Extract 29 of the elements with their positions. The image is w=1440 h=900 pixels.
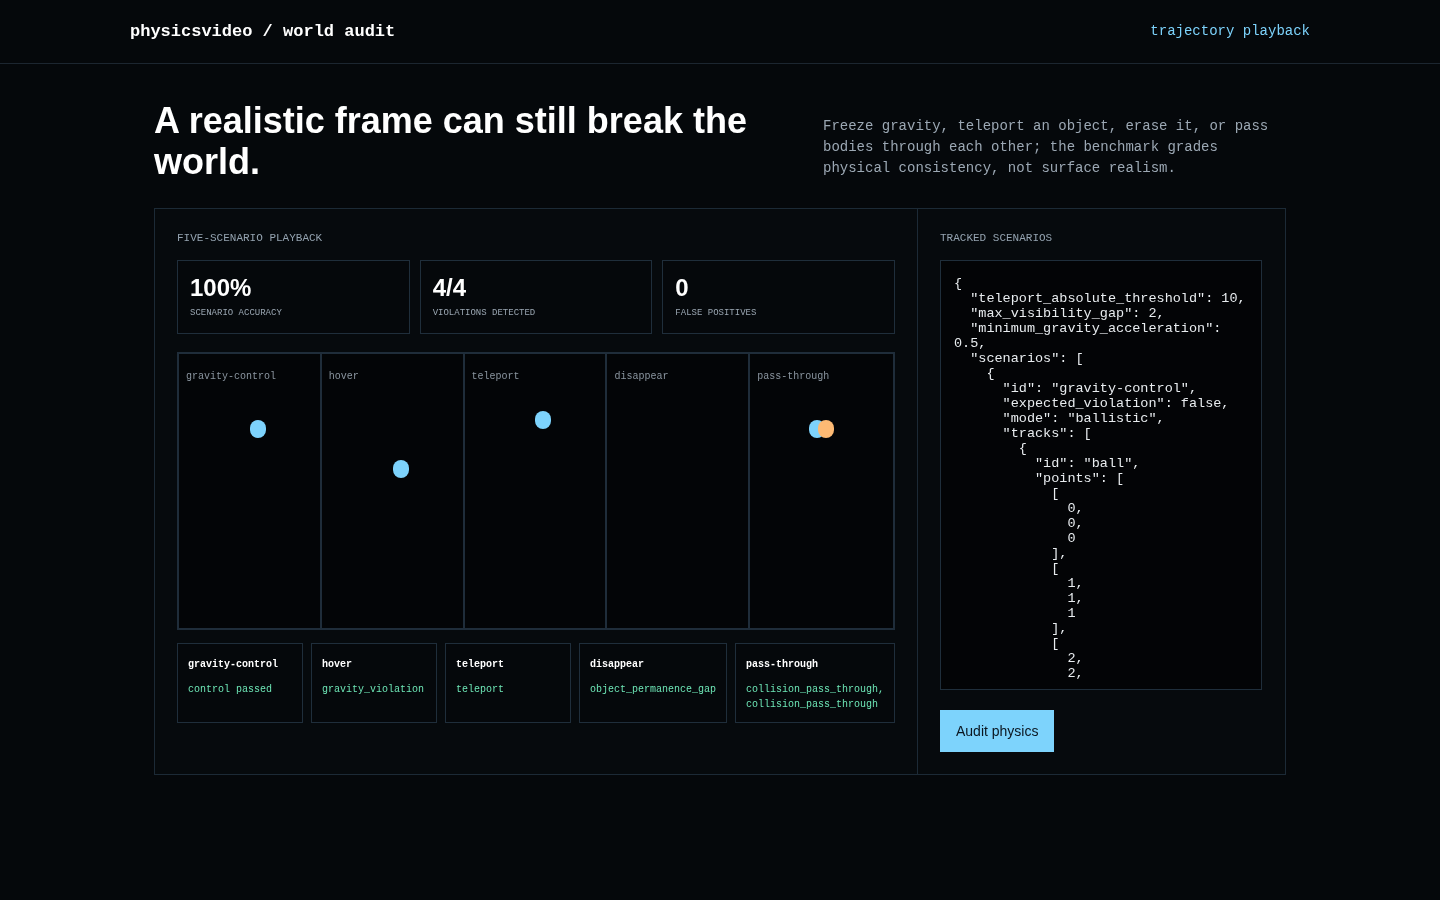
audit-button[interactable]: Audit physics [940,710,1055,752]
result-verdict: object_permanence_gap [590,683,717,697]
nav-link[interactable]: trajectory playback [1150,21,1310,42]
stat-value: 4/4 [432,273,467,303]
result-verdict: gravity_violation [322,683,425,697]
scenario-label: gravity-control [186,371,276,382]
stat-value: 100% [190,273,252,303]
result-verdict: collision_pass_through, collision_pass_through [746,683,885,712]
result-verdict: teleport [456,683,504,697]
result-scenario: pass-through [746,658,818,672]
scenario-label: hover [328,371,359,382]
stat-label: VIOLATIONS DETECTED [432,307,536,319]
page-heading: A realistic frame can still break the world. [154,100,748,182]
section-heading: FIVE-SCENARIO PLAYBACK [177,231,324,246]
section-heading: TRACKED SCENARIOS [940,231,1054,246]
brand-title: physicsvideo / world audit [130,20,396,43]
scenario-label: pass-through [757,371,830,382]
stat-label: FALSE POSITIVES [675,307,757,319]
stat-label: SCENARIO ACCURACY [190,307,282,319]
json-editor-field[interactable]: { "teleport_absolute_threshold": 10, "max_visibility_gap": 2, "minimum_gravity_acceleration": 0.5, "scenarios": [ { "id": "gravity-control", "expected_violation": false, "mode": "ballistic", "tracks": [ { "id": "ball", "points": [ [ 0, 0, 0 ], [ 1, 1, 1 ], [ 2, 2, [940,260,1262,690]
scenario-label: disappear [614,371,669,382]
scenario-label: teleport [471,371,520,382]
stat-value: 0 [675,273,689,303]
result-scenario: disappear [590,658,644,672]
result-verdict: control passed [188,683,272,697]
result-scenario: hover [322,658,352,672]
result-scenario: teleport [456,658,504,672]
hero-description: Freeze gravity, teleport an object, erase it, or pass bodies through each other; the benchmark grades physical consistency, not surface realism. [823,117,1270,178]
result-scenario: gravity-control [188,658,278,672]
